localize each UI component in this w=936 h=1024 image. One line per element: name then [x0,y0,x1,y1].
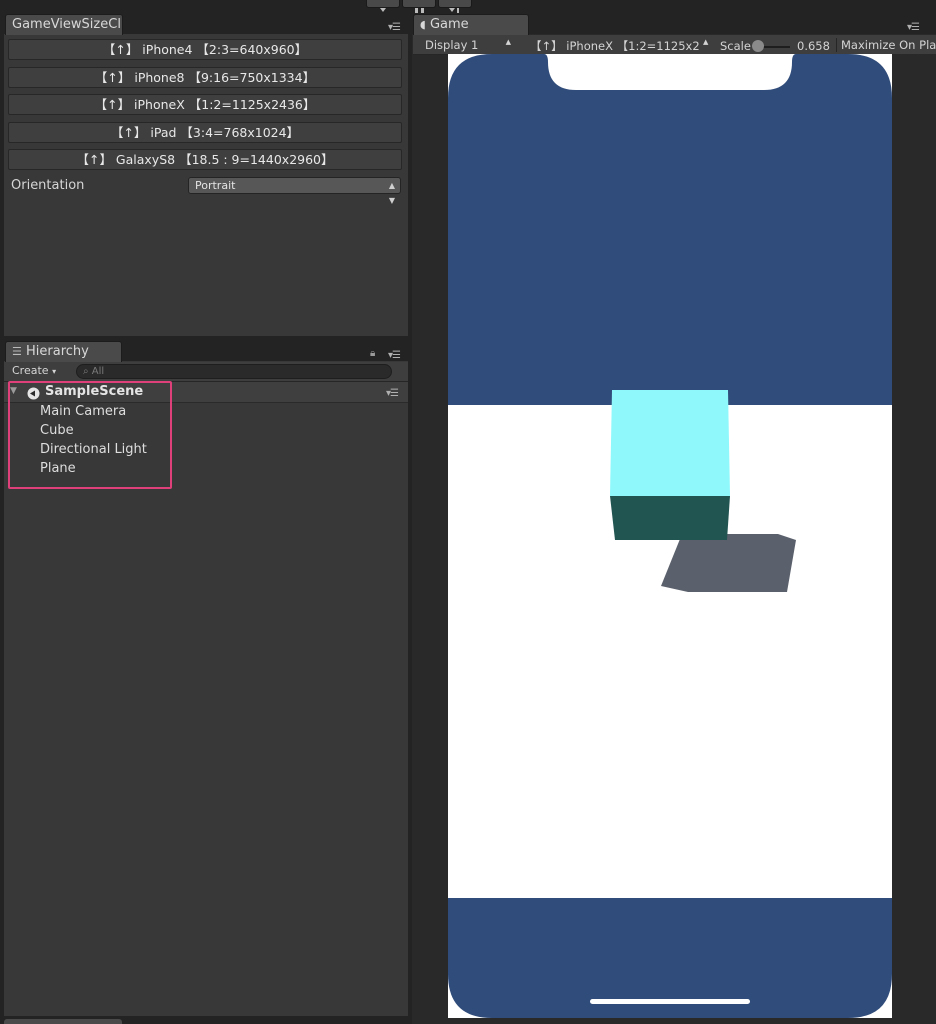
create-dropdown-icon: ▾ [52,367,57,376]
cube-shadow [661,534,796,592]
resolution-arrow-icon[interactable]: ▲ [703,38,708,46]
game-menu-icon[interactable]: ▾☰ [907,22,920,33]
panel-menu-icon[interactable]: ▾☰ [388,22,401,33]
display-dropdown[interactable]: Display 1 ▲ [425,38,515,52]
game-tab-icon: ◖ [420,18,426,31]
play-icon[interactable] [366,0,400,12]
size-button-galaxys8[interactable]: 【↑】 GalaxyS8 【18.5 : 9=1440x2960】 [8,149,402,170]
highlight-box [8,381,172,489]
orientation-label: Orientation [11,178,85,193]
search-placeholder: All [91,366,105,377]
cube-side-face [610,496,730,540]
resolution-value: 【↑】 iPhoneX 【1:2=1125x2436 [530,39,700,53]
maximize-on-play-toggle[interactable]: Maximize On Pla [836,38,936,52]
dropdown-arrow-icon: ▲ ▼ [388,181,395,205]
scale-value: 0.658 [797,39,830,53]
create-label: Create [12,364,49,377]
game-tab[interactable]: ◖ Game [413,14,529,35]
cube-top-face [610,390,730,496]
scale-slider-thumb[interactable] [752,40,764,52]
game-scene [448,54,892,1018]
search-icon: ⌕ [83,366,89,377]
game-tab-title: Game [429,17,469,32]
lock-icon[interactable]: 🔒︎ [370,348,375,359]
display-arrow-icon: ▲ [505,38,511,46]
orientation-dropdown[interactable]: Portrait ▲ ▼ [188,177,401,205]
size-button-iphonex[interactable]: 【↑】 iPhoneX 【1:2=1125x2436】 [8,94,402,115]
pause-icon[interactable] [402,0,436,13]
size-button-ipad[interactable]: 【↑】 iPad 【3:4=768x1024】 [8,122,402,143]
size-panel-tab[interactable]: GameViewSizeCl [5,14,123,35]
home-indicator [590,999,750,1004]
orientation-value: Portrait [195,179,236,192]
game-right-gutter [893,54,936,1024]
hierarchy-tab[interactable]: ☰ Hierarchy [5,341,122,362]
hierarchy-title: Hierarchy [26,344,89,359]
size-button-iphone8[interactable]: 【↑】 iPhone8 【9:16=750x1334】 [8,67,402,88]
hierarchy-search-input[interactable]: ⌕ All [76,364,392,379]
resolution-dropdown[interactable]: 【↑】 iPhoneX 【1:2=1125x2436 [530,38,700,54]
hierarchy-menu-icon[interactable]: ▾☰ [388,350,401,361]
scene-menu-icon[interactable]: ▾☰ [386,388,399,399]
scale-label: Scale [720,39,751,53]
hierarchy-list-icon: ☰ [12,345,22,358]
sky-area [448,54,892,405]
size-panel-title: GameViewSizeCl [12,17,121,32]
step-icon[interactable] [438,0,472,13]
create-button[interactable]: Create ▾ [12,364,56,377]
display-value: Display 1 [425,38,479,52]
size-button-iphone4[interactable]: 【↑】 iPhone4 【2:3=640x960】 [8,39,402,60]
game-viewport [448,54,892,1018]
bottom-tab[interactable] [4,1019,122,1024]
maximize-label: Maximize On Pla [841,38,936,52]
